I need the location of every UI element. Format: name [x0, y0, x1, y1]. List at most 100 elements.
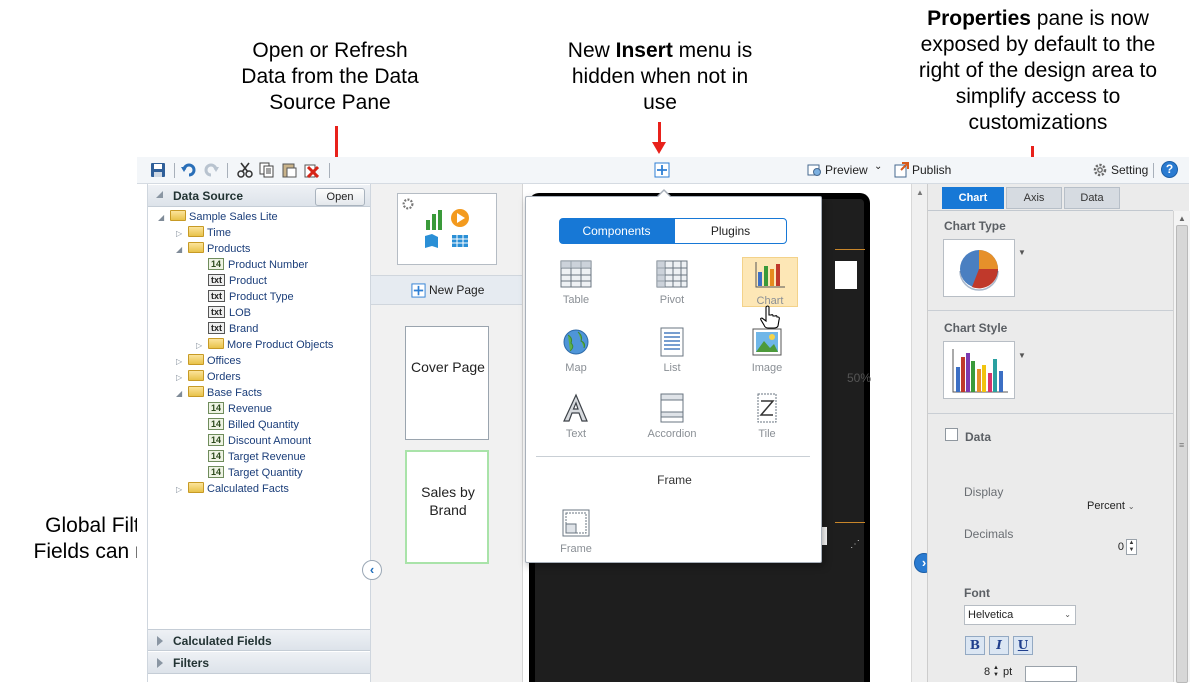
font-select[interactable]: Helvetica ⌄	[964, 605, 1076, 625]
tree-item[interactable]: txt Product Type	[208, 289, 294, 305]
preview-chevron-icon[interactable]: ⌄	[874, 161, 882, 172]
tree-item[interactable]: 14 Target Revenue	[208, 449, 306, 465]
properties-scrollbar[interactable]: ▲ ≡	[1173, 211, 1190, 683]
insert-popup-pointer-fill	[656, 191, 672, 199]
chart-type-dropdown-icon[interactable]: ▼	[1018, 248, 1026, 257]
font-size-stepper[interactable]: 8 ▲ ▼ pt	[976, 665, 1026, 681]
tab-components[interactable]: Components	[559, 218, 674, 244]
numeric-type-icon: 14	[208, 418, 225, 430]
tree-item[interactable]: 14 Target Quantity	[208, 465, 303, 481]
tree-folder[interactable]: ▷ Time	[176, 225, 231, 241]
stepper-arrows-icon[interactable]: ▲ ▼	[993, 665, 999, 679]
tree-folder[interactable]: ▷ More Product Objects	[196, 337, 333, 353]
publish-icon[interactable]	[893, 162, 909, 178]
tree-folder[interactable]: ▷ Calculated Facts	[176, 481, 289, 497]
calculated-fields-header[interactable]: Calculated Fields	[148, 629, 370, 651]
canvas-scrollbar[interactable]: ▲	[911, 184, 927, 682]
filters-header[interactable]: Filters	[148, 652, 370, 674]
tree-folder[interactable]: ◢ Products	[176, 241, 250, 257]
bold-button[interactable]: B	[965, 636, 985, 655]
insert-image[interactable]: Image	[737, 327, 797, 374]
tree-item[interactable]: 14 Revenue	[208, 401, 272, 417]
tree-folder[interactable]: ▷ Orders	[176, 369, 241, 385]
scroll-thumb[interactable]: ≡	[1176, 225, 1188, 683]
decimals-label: Decimals	[964, 527, 1014, 541]
setting-button[interactable]: Setting	[1111, 163, 1148, 177]
tree-folder[interactable]: ◢ Base Facts	[176, 385, 262, 401]
expanded-triangle-icon[interactable]: ◢	[176, 386, 186, 402]
insert-chart[interactable]: Chart	[742, 257, 798, 307]
open-button[interactable]: Open	[315, 188, 365, 206]
decimals-stepper[interactable]: 0 ▲ ▼	[1098, 539, 1138, 557]
tree-item[interactable]: 14 Discount Amount	[208, 433, 311, 449]
collapse-left-pane-button[interactable]: ‹	[362, 560, 382, 580]
font-title: Font	[964, 586, 990, 600]
insert-table[interactable]: Table	[546, 259, 606, 306]
chart-style-dropdown-icon[interactable]: ▼	[1018, 351, 1026, 360]
delete-icon[interactable]	[303, 162, 319, 178]
collapsed-triangle-icon[interactable]: ▷	[196, 338, 206, 354]
insert-map[interactable]: Map	[546, 327, 606, 374]
insert-text[interactable]: Text	[546, 393, 606, 440]
expanded-triangle-icon[interactable]: ◢	[158, 210, 168, 226]
data-checkbox[interactable]	[945, 428, 958, 441]
collapsed-triangle-icon[interactable]: ▷	[176, 370, 186, 386]
tree-item[interactable]: txt Brand	[208, 321, 258, 337]
display-select[interactable]: Percent ⌄	[1084, 497, 1140, 517]
tree-folder[interactable]: ◢ Sample Sales Lite	[158, 209, 278, 225]
new-page-row[interactable]: New Page	[371, 275, 522, 305]
help-icon[interactable]: ?	[1161, 161, 1178, 178]
tree-item[interactable]: txt Product	[208, 273, 267, 289]
insert-pivot[interactable]: Pivot	[642, 259, 702, 306]
chart-style-picker[interactable]	[943, 341, 1015, 399]
collapsed-triangle-icon[interactable]: ▷	[176, 226, 186, 242]
insert-plus-icon[interactable]	[654, 162, 670, 178]
tree-item[interactable]: 14 Product Number	[208, 257, 308, 273]
insert-frame[interactable]: Frame	[546, 508, 606, 555]
scroll-up-icon[interactable]: ▲	[916, 188, 924, 197]
collapsed-triangle-icon[interactable]: ▷	[176, 354, 186, 370]
insert-accordion[interactable]: Accordion	[642, 393, 702, 440]
save-icon[interactable]	[150, 162, 166, 178]
components-icon	[425, 209, 469, 248]
folder-icon	[188, 242, 204, 253]
font-color-swatch[interactable]	[1025, 666, 1077, 682]
tree-label: Revenue	[228, 403, 273, 415]
data-source-header[interactable]: Data Source Open	[148, 185, 370, 207]
page-thumb-cover[interactable]: Cover Page	[405, 326, 489, 440]
tab-axis[interactable]: Axis	[1006, 187, 1062, 209]
underline-button[interactable]: U	[1013, 636, 1033, 655]
resize-grip-icon[interactable]: ⋰	[850, 539, 860, 550]
insert-list[interactable]: List	[642, 327, 702, 374]
tab-data[interactable]: Data	[1064, 187, 1120, 209]
collapse-triangle-icon[interactable]	[156, 191, 163, 198]
tree-item[interactable]: 14 Billed Quantity	[208, 417, 299, 433]
tree-label: Product Number	[228, 259, 309, 271]
paste-icon[interactable]	[281, 162, 297, 178]
publish-button[interactable]: Publish	[912, 163, 951, 177]
stepper-arrows-icon[interactable]: ▲ ▼	[1126, 539, 1137, 555]
expanded-triangle-icon[interactable]: ◢	[176, 242, 186, 258]
tree-folder[interactable]: ▷ Offices	[176, 353, 241, 369]
tree-item[interactable]: txt LOB	[208, 305, 251, 321]
folder-icon	[188, 386, 204, 397]
chart-type-picker[interactable]	[943, 239, 1015, 297]
copy-icon[interactable]	[259, 162, 275, 178]
layout-thumbnail[interactable]	[397, 193, 497, 265]
numeric-type-icon: 14	[208, 450, 225, 462]
tab-plugins[interactable]: Plugins	[674, 218, 787, 244]
gear-icon[interactable]	[1092, 162, 1108, 178]
scroll-up-icon[interactable]: ▲	[1178, 214, 1186, 223]
cut-icon[interactable]	[237, 162, 253, 178]
page-thumb-sales-by-brand[interactable]: Sales by Brand	[405, 450, 489, 564]
undo-icon[interactable]	[181, 162, 197, 178]
tab-chart[interactable]: Chart	[942, 187, 1004, 209]
numeric-type-icon: 14	[208, 402, 225, 414]
collapsed-triangle-icon[interactable]: ▷	[176, 482, 186, 498]
insert-tile[interactable]: Tile	[737, 393, 797, 440]
canvas-white-box	[835, 261, 857, 289]
redo-icon[interactable]	[203, 162, 219, 178]
preview-button[interactable]: Preview	[825, 163, 868, 177]
preview-icon[interactable]	[807, 162, 823, 178]
italic-button[interactable]: I	[989, 636, 1009, 655]
